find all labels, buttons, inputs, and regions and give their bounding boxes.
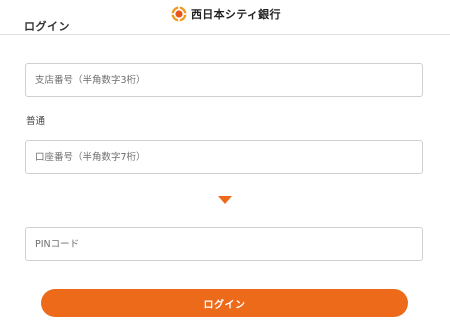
login-button[interactable]: ログイン [41, 289, 408, 317]
branch-number-input[interactable] [25, 63, 423, 97]
brand-name: 西日本シティ銀行 [191, 8, 281, 21]
login-screen: ログイン 西日本シティ銀行 普通 ログイン [0, 0, 450, 320]
header: ログイン 西日本シティ銀行 [0, 0, 450, 35]
account-type-label: 普通 [26, 116, 46, 127]
account-number-input[interactable] [25, 140, 423, 174]
triangle-down-icon [218, 196, 232, 204]
bank-logo-icon [171, 6, 187, 22]
page-title: ログイン [24, 20, 70, 33]
brand: 西日本シティ銀行 [171, 6, 281, 22]
pin-input[interactable] [25, 227, 423, 261]
